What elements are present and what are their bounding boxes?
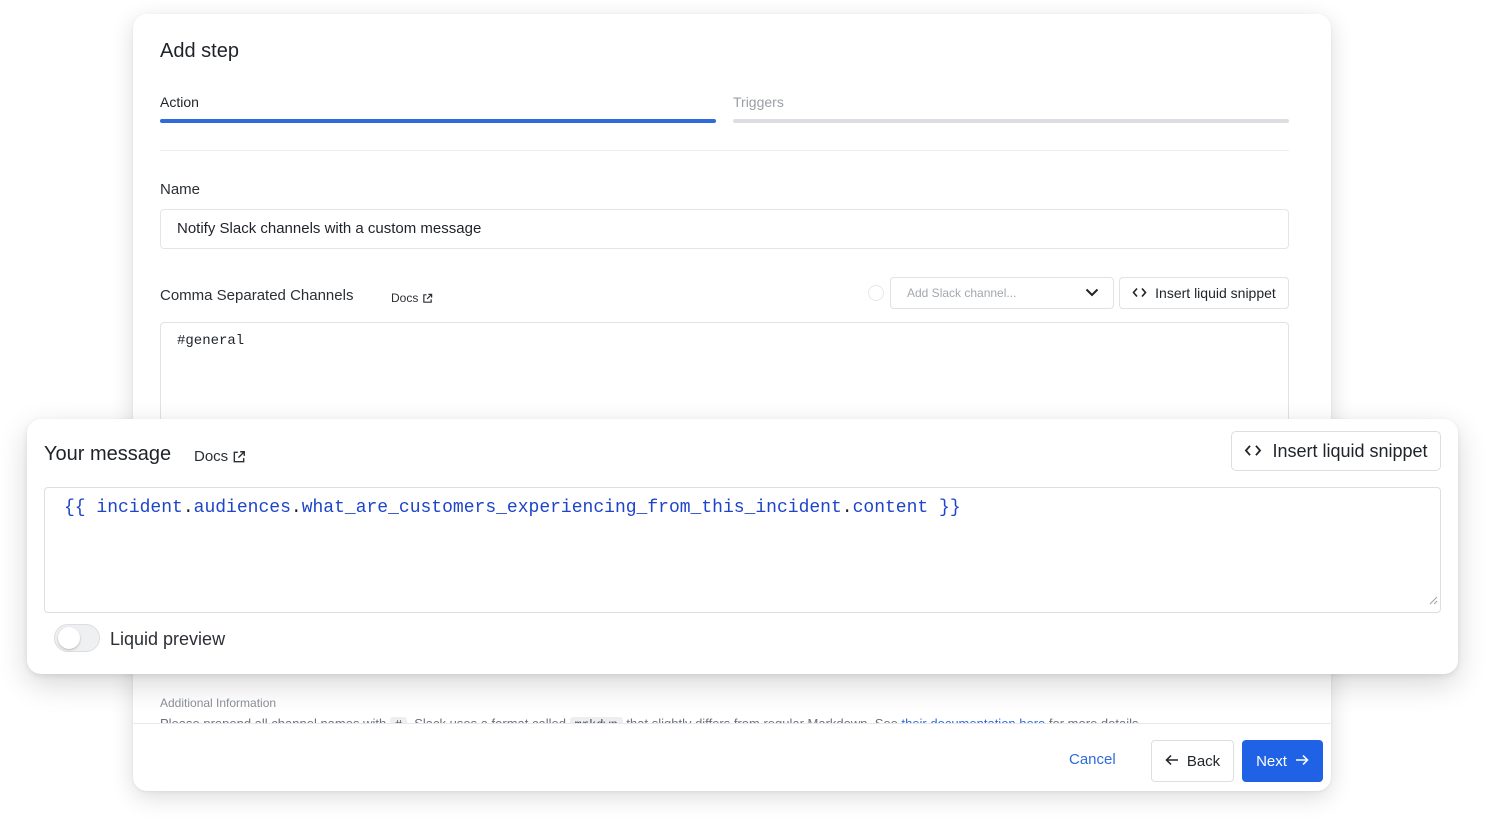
code-brackets-icon <box>1132 285 1147 301</box>
liquid-open-braces: {{ <box>64 498 86 518</box>
liquid-path: incident.audiences.what_are_customers_ex… <box>96 498 929 518</box>
name-input[interactable]: Notify Slack channels with a custom mess… <box>160 209 1289 249</box>
add-slack-channel-select[interactable]: Add Slack channel... <box>890 277 1114 309</box>
message-insert-liquid-snippet-label: Insert liquid snippet <box>1272 440 1428 461</box>
insert-liquid-snippet-button[interactable]: Insert liquid snippet <box>1119 277 1289 309</box>
channels-label: Comma Separated Channels <box>160 287 354 304</box>
channel-select-placeholder: Add Slack channel... <box>907 286 1017 300</box>
help-icon[interactable] <box>868 285 884 301</box>
your-message-title: Your message <box>44 443 172 465</box>
back-button[interactable]: Back <box>1151 740 1234 782</box>
next-button[interactable]: Next <box>1242 740 1323 782</box>
cancel-button[interactable]: Cancel <box>1069 751 1116 768</box>
liquid-expression: {{ incident.audiences.what_are_customers… <box>64 498 1421 518</box>
next-label: Next <box>1256 752 1287 770</box>
insert-liquid-snippet-label: Insert liquid snippet <box>1155 285 1276 301</box>
external-link-icon <box>232 450 246 464</box>
toggle-knob <box>58 627 80 649</box>
tab-triggers-indicator <box>733 119 1289 123</box>
liquid-preview-toggle[interactable] <box>54 624 100 652</box>
message-insert-liquid-snippet-button[interactable]: Insert liquid snippet <box>1231 431 1441 471</box>
footer-divider <box>133 723 1331 724</box>
arrow-right-icon <box>1295 753 1309 770</box>
chevron-down-icon <box>1085 286 1099 300</box>
resize-handle-icon[interactable] <box>1429 592 1438 610</box>
code-brackets-icon <box>1244 441 1262 462</box>
liquid-close-braces: }} <box>939 498 961 518</box>
message-textarea[interactable]: {{ incident.audiences.what_are_customers… <box>44 487 1441 613</box>
channels-docs-label: Docs <box>391 291 419 305</box>
back-label: Back <box>1186 752 1221 770</box>
add-step-dialog: Add step Action Triggers Name Notify Sla… <box>133 14 1331 791</box>
tab-triggers-label: Triggers <box>733 94 784 110</box>
dialog-title: Add step <box>160 40 239 62</box>
tab-action-indicator <box>160 119 716 123</box>
name-label: Name <box>160 181 201 198</box>
message-docs-label: Docs <box>194 448 229 465</box>
tab-action-label: Action <box>160 94 199 110</box>
message-docs-link[interactable]: Docs <box>194 448 246 465</box>
header-divider <box>160 150 1289 151</box>
your-message-panel: Your message Docs Insert liquid snippet … <box>27 419 1458 674</box>
liquid-preview-label: Liquid preview <box>110 629 226 649</box>
channels-textarea[interactable]: #general <box>160 322 1289 432</box>
channels-docs-link[interactable]: Docs <box>391 291 433 305</box>
additional-info-title: Additional Information <box>160 696 277 710</box>
arrow-left-icon <box>1165 753 1179 770</box>
external-link-icon <box>422 293 433 304</box>
